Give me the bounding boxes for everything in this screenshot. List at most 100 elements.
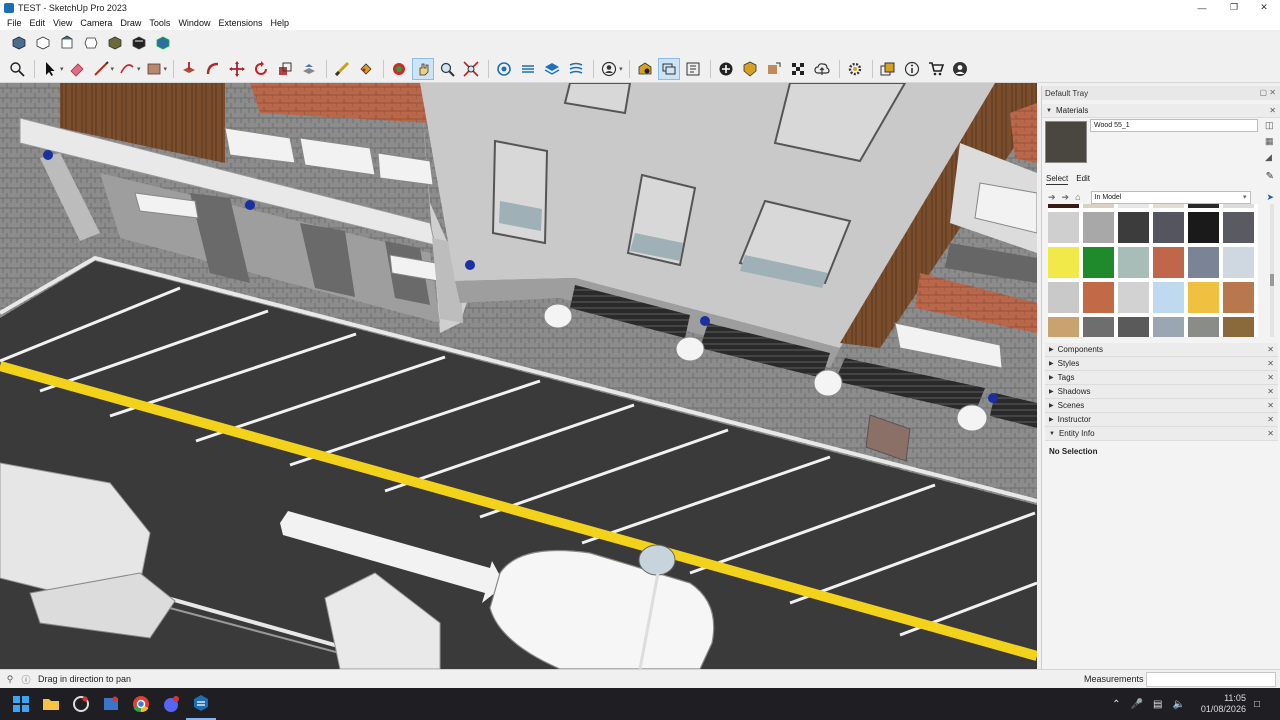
material-swatch[interactable] (1083, 317, 1114, 337)
info-icon[interactable] (901, 58, 923, 80)
close-icon[interactable]: ✕ (1267, 373, 1274, 382)
cloud-icon[interactable] (787, 58, 809, 80)
create-material-icon[interactable]: ▦ (1265, 136, 1275, 146)
material-swatch[interactable] (1083, 212, 1114, 243)
browser-icon[interactable] (96, 688, 126, 720)
close-icon[interactable]: ✕ (1267, 415, 1274, 424)
close-icon[interactable]: ✕ (1269, 106, 1276, 115)
close-icon[interactable]: ✕ (1267, 429, 1274, 438)
select-icon[interactable] (39, 58, 61, 80)
menu-edit[interactable]: Edit (26, 18, 50, 28)
paint-bucket-icon[interactable] (355, 58, 377, 80)
material-swatch[interactable] (1223, 204, 1254, 208)
messaging-icon[interactable] (156, 688, 186, 720)
sandbox-icon[interactable] (763, 58, 785, 80)
tape-measure-icon[interactable] (331, 58, 353, 80)
file-explorer-icon[interactable] (36, 688, 66, 720)
windows-start-icon[interactable] (6, 688, 36, 720)
section-plane-icon[interactable] (493, 58, 515, 80)
close-icon[interactable]: ✕ (1267, 345, 1274, 354)
bottom-view-icon[interactable] (152, 32, 174, 54)
orbit-icon[interactable] (388, 58, 410, 80)
material-swatch[interactable] (1118, 212, 1149, 243)
move-icon[interactable] (226, 58, 248, 80)
geo-location-icon[interactable]: ⚲ (4, 673, 16, 685)
clock[interactable]: 11:05 01/08/2026 (1201, 693, 1246, 715)
profile-icon[interactable] (949, 58, 971, 80)
back-view-icon[interactable] (104, 32, 126, 54)
rotate-icon[interactable] (250, 58, 272, 80)
material-swatch[interactable] (1188, 282, 1219, 313)
material-swatch[interactable] (1048, 282, 1079, 313)
material-swatch[interactable] (1153, 317, 1184, 337)
menu-help[interactable]: Help (266, 18, 293, 28)
material-swatch[interactable] (1153, 204, 1184, 208)
panel-scenes[interactable]: ▶ Scenes ✕ (1045, 399, 1278, 413)
layers-icon[interactable] (541, 58, 563, 80)
search-icon[interactable] (6, 58, 28, 80)
info-icon[interactable]: ⓘ (20, 673, 32, 685)
add-location-icon[interactable] (715, 58, 737, 80)
material-name-field[interactable]: Wood 55_1 (1090, 119, 1258, 132)
material-swatch[interactable] (1048, 247, 1079, 278)
iso-view-icon[interactable] (8, 32, 30, 54)
settings-icon[interactable] (844, 58, 866, 80)
material-swatch[interactable] (1223, 317, 1254, 337)
component-icon[interactable] (517, 58, 539, 80)
material-swatch[interactable] (1223, 282, 1254, 313)
tab-edit[interactable]: Edit (1076, 174, 1090, 185)
outliner-icon[interactable] (682, 58, 704, 80)
material-swatch[interactable] (1083, 204, 1114, 208)
styles-icon[interactable] (565, 58, 587, 80)
close-button[interactable]: ✕ (1248, 0, 1280, 15)
material-swatch[interactable] (1153, 212, 1184, 243)
material-swatch[interactable] (1118, 204, 1149, 208)
network-icon[interactable]: ▤ (1153, 699, 1162, 710)
menu-file[interactable]: File (3, 18, 26, 28)
panel-components[interactable]: ▶ Components ✕ (1045, 343, 1278, 357)
model-viewport[interactable] (0, 83, 1037, 669)
extension-warehouse-icon[interactable] (657, 58, 680, 80)
material-swatch[interactable] (1188, 204, 1219, 208)
display-secondary-icon[interactable]: ◫ (1265, 120, 1275, 130)
material-swatch[interactable] (1118, 317, 1149, 337)
maximize-button[interactable]: ❐ (1218, 0, 1250, 15)
cart-icon[interactable] (925, 58, 947, 80)
measurements-input[interactable] (1146, 672, 1276, 687)
collection-select[interactable]: In Model ▾ (1090, 190, 1251, 204)
material-swatch[interactable] (1118, 282, 1149, 313)
material-swatch[interactable] (1118, 247, 1149, 278)
zoom-extents-icon[interactable] (460, 58, 482, 80)
pan-icon[interactable] (412, 58, 435, 80)
home-icon[interactable]: ⌂ (1075, 192, 1080, 202)
current-material-swatch[interactable] (1045, 121, 1087, 163)
material-swatch[interactable] (1048, 317, 1079, 337)
chrome-icon[interactable] (126, 688, 156, 720)
tab-select[interactable]: Select (1046, 174, 1069, 185)
material-swatch[interactable] (1083, 247, 1114, 278)
volume-icon[interactable]: 🔈 (1172, 699, 1184, 710)
menu-window[interactable]: Window (174, 18, 214, 28)
dynamic-component-icon[interactable] (877, 58, 899, 80)
material-swatch[interactable] (1188, 247, 1219, 278)
scale-icon[interactable] (274, 58, 296, 80)
details-arrow-icon[interactable]: ➤ (1266, 192, 1274, 203)
right-view-icon[interactable] (80, 32, 102, 54)
rectangle-icon[interactable] (143, 58, 165, 80)
front-view-icon[interactable] (56, 32, 78, 54)
account-icon[interactable] (598, 58, 620, 80)
material-swatch[interactable] (1083, 282, 1114, 313)
panel-tags[interactable]: ▶ Tags ✕ (1045, 371, 1278, 385)
minimize-button[interactable]: — (1186, 0, 1218, 15)
sample-paint-icon[interactable]: ✎ (1266, 171, 1274, 182)
3d-warehouse-icon[interactable] (634, 58, 656, 80)
arc-icon[interactable] (116, 58, 138, 80)
menu-tools[interactable]: Tools (145, 18, 174, 28)
default-material-icon[interactable]: ◢ (1265, 152, 1275, 162)
panel-entity-info[interactable]: ▼ Entity Info ✕ (1045, 427, 1278, 441)
trimble-connect-icon[interactable] (739, 58, 761, 80)
line-icon[interactable] (90, 58, 112, 80)
close-icon[interactable]: ✕ (1267, 401, 1274, 410)
sketchup-icon[interactable] (186, 688, 216, 720)
menu-extensions[interactable]: Extensions (214, 18, 266, 28)
